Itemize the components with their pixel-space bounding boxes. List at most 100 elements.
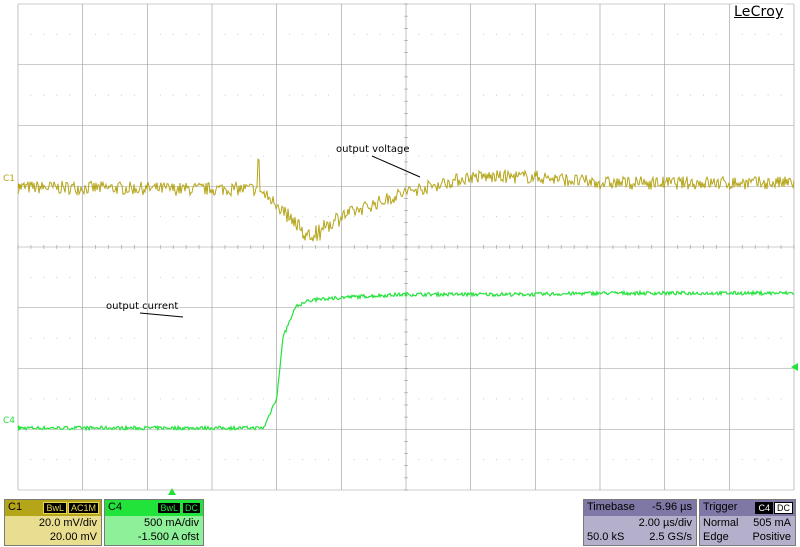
trigger-time-marker[interactable] [168,488,176,495]
grid-dot [651,33,653,35]
annotation-leader-voltage [371,155,421,178]
grid-dot [263,459,265,461]
grid-dot [56,337,58,339]
grid-dot [185,398,187,400]
grid-dot [573,155,575,157]
grid-dot [392,33,394,35]
grid-dot [198,33,200,35]
grid-dot [172,216,174,218]
grid-dot [172,337,174,339]
grid-dot [327,459,329,461]
grid-dot [444,398,446,400]
grid-dot [638,337,640,339]
grid-dot [289,459,291,461]
grid-dot [767,216,769,218]
grid-dot [314,337,316,339]
grid-dot [198,155,200,157]
grid-dot [237,155,239,157]
grid-dot [56,216,58,218]
grid-dot [573,216,575,218]
grid-dot [496,94,498,96]
grid-dot [754,94,756,96]
grid-dot [263,276,265,278]
grid-dot [496,459,498,461]
grid-dot [353,33,355,35]
grid-dot [379,33,381,35]
grid-dot [457,337,459,339]
grid-dot [353,155,355,157]
grid-dot [496,398,498,400]
grid-dot [108,398,110,400]
grid-dot [302,276,304,278]
grid-dot [444,155,446,157]
grid-dot [366,155,368,157]
grid-dot [483,398,485,400]
grid-dot [612,94,614,96]
grid-dot [651,276,653,278]
grid-dot [690,33,692,35]
grid-dot [521,337,523,339]
grid-dot [521,94,523,96]
grid-dot [521,276,523,278]
channel-c1-panel[interactable]: C1 BwL AC1M 20.0 mV/div 20.00 mV [4,499,102,546]
grid-dot [767,33,769,35]
grid-dot [431,155,433,157]
grid-dot [483,155,485,157]
grid-dot [586,337,588,339]
grid-dot [741,155,743,157]
trigger-type: Edge [703,531,729,543]
grid-dot [289,155,291,157]
grid-dot [754,459,756,461]
grid-dot [159,459,161,461]
grid-dot [573,337,575,339]
grid-dot [754,216,756,218]
grid-dot [483,33,485,35]
grid-dot [30,337,32,339]
grid-dot [302,94,304,96]
channel-c4-panel[interactable]: C4 BwL DC 500 mA/div -1.500 A ofst [104,499,204,546]
timebase-panel[interactable]: Timebase -5.96 µs 2.00 µs/div 50.0 kS 2.… [583,499,697,546]
grid-dot [353,276,355,278]
grid-dot [43,155,45,157]
grid-dot [224,94,226,96]
grid-dot [353,94,355,96]
grid-dot [677,398,679,400]
grid-dot [185,459,187,461]
grid-dot [715,216,717,218]
grid-dot [457,155,459,157]
grid-dot [263,33,265,35]
grid-dot [159,94,161,96]
grid-dot [69,459,71,461]
trigger-level-marker[interactable] [791,363,798,371]
grid-dot [302,459,304,461]
grid-dot [431,94,433,96]
grid-dot [353,459,355,461]
grid-dot [625,276,627,278]
trigger-panel[interactable]: Trigger C4 DC Normal 505 mA Edge Positive [699,499,796,546]
grid-dot [586,459,588,461]
c4-ground-marker [18,425,22,431]
grid-dot [715,33,717,35]
grid-dot [418,155,420,157]
grid-dot [95,94,97,96]
grid-dot [560,33,562,35]
grid-dot [780,276,782,278]
grid-dot [314,398,316,400]
grid-dot [133,216,135,218]
grid-dot [172,459,174,461]
grid-dot [508,94,510,96]
grid-dot [95,276,97,278]
trigger-label: Trigger [703,501,738,513]
channel-c4-name: C4 [108,501,123,513]
grid-dot [392,94,394,96]
grid-dot [133,337,135,339]
grid-dot [120,216,122,218]
grid-dot [379,155,381,157]
grid-dot [677,33,679,35]
scope-display [17,3,798,495]
timebase-label: Timebase [587,501,635,513]
grid-dot [508,337,510,339]
timebase-delay: -5.96 µs [652,501,692,513]
grid-dot [586,33,588,35]
grid-dot [185,155,187,157]
